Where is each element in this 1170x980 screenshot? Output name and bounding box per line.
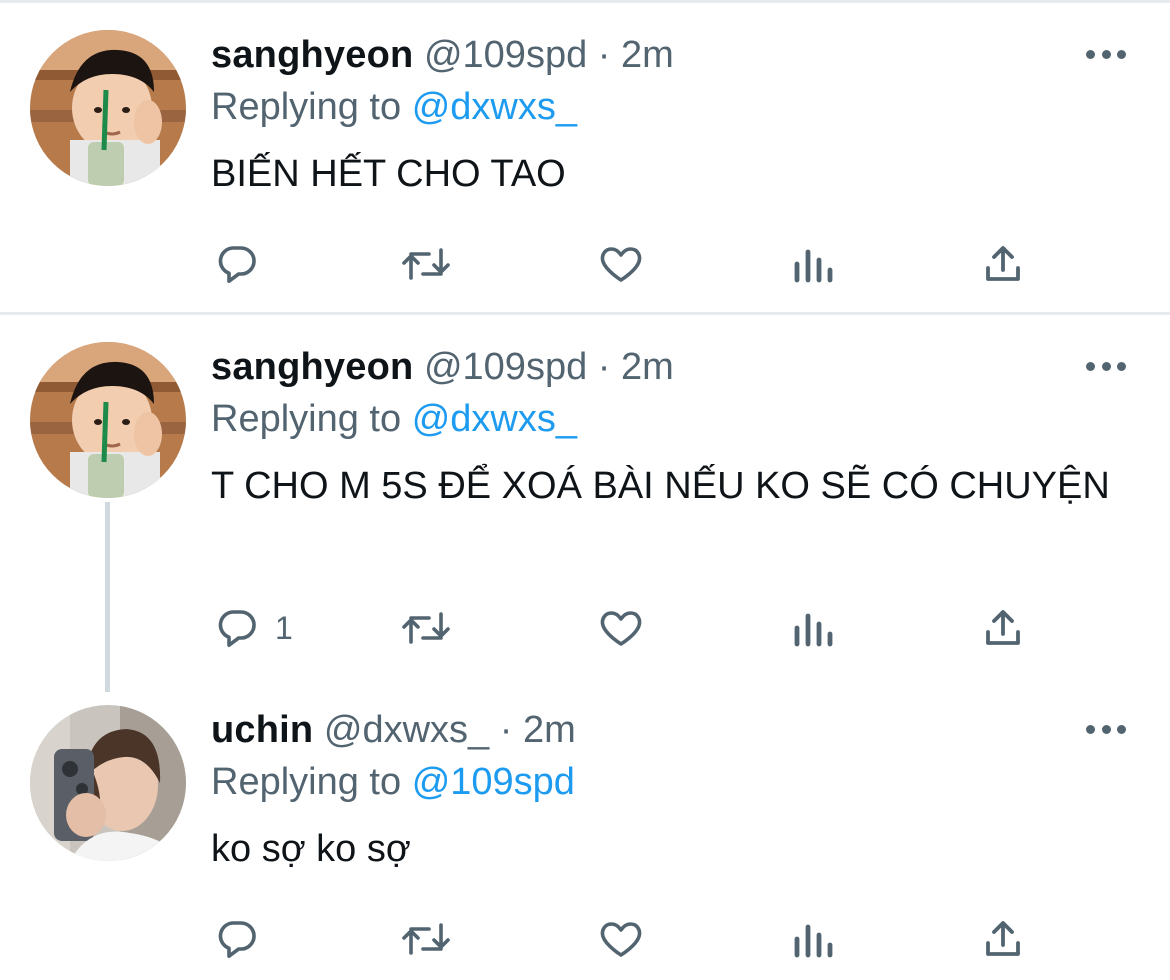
tweet-header: sanghyeon @109spd · 2m bbox=[211, 30, 674, 80]
timestamp[interactable]: 2m bbox=[621, 34, 674, 76]
heart-icon bbox=[600, 922, 642, 957]
action-bar bbox=[213, 240, 1033, 288]
reply-button[interactable] bbox=[213, 915, 275, 963]
action-bar bbox=[213, 915, 1033, 963]
reply-button[interactable] bbox=[213, 240, 275, 288]
heart-icon bbox=[600, 611, 642, 646]
user-handle[interactable]: @dxwxs_ bbox=[324, 709, 489, 751]
separator-dot: · bbox=[597, 346, 611, 388]
tweet-header: uchin @dxwxs_ · 2m bbox=[211, 705, 576, 755]
tweet[interactable]: uchin @dxwxs_ · 2m Replying to @109spd k… bbox=[0, 675, 1170, 980]
retweet-button[interactable] bbox=[399, 915, 453, 963]
share-button[interactable] bbox=[979, 240, 1027, 288]
retweet-icon bbox=[402, 248, 450, 280]
retweet-icon bbox=[402, 612, 450, 644]
views-icon bbox=[794, 613, 833, 647]
views-button[interactable] bbox=[791, 240, 835, 288]
share-button[interactable] bbox=[979, 604, 1027, 652]
avatar[interactable] bbox=[30, 342, 186, 498]
reply-icon bbox=[218, 921, 256, 958]
user-handle[interactable]: @109spd bbox=[424, 34, 587, 76]
tweet-text: BIẾN HẾT CHO TAO bbox=[211, 153, 566, 195]
thread-line bbox=[105, 502, 110, 692]
avatar[interactable] bbox=[30, 705, 186, 861]
replying-to: Replying to @dxwxs_ bbox=[211, 82, 577, 132]
mention-link[interactable]: @109spd bbox=[412, 761, 575, 803]
tweet-text: ko sợ ko sợ bbox=[211, 828, 411, 870]
replying-label: Replying to bbox=[211, 86, 402, 128]
separator-dot: · bbox=[499, 709, 513, 751]
reply-icon bbox=[218, 246, 256, 283]
reply-count: 1 bbox=[275, 609, 293, 646]
action-bar: 1 bbox=[213, 604, 1033, 652]
replying-label: Replying to bbox=[211, 761, 402, 803]
share-icon bbox=[986, 610, 1020, 645]
like-button[interactable] bbox=[597, 240, 645, 288]
like-button[interactable] bbox=[597, 915, 645, 963]
timestamp[interactable]: 2m bbox=[621, 346, 674, 388]
retweet-icon bbox=[402, 923, 450, 955]
replying-to: Replying to @109spd bbox=[211, 757, 575, 807]
retweet-button[interactable] bbox=[399, 604, 453, 652]
timestamp[interactable]: 2m bbox=[523, 709, 576, 751]
heart-icon bbox=[600, 247, 642, 282]
more-icon[interactable] bbox=[1086, 721, 1126, 737]
display-name[interactable]: uchin bbox=[211, 709, 313, 751]
tweet[interactable]: sanghyeon @109spd · 2m Replying to @dxwx… bbox=[0, 0, 1170, 312]
views-icon bbox=[794, 924, 833, 958]
tweet-text: T CHO M 5S ĐỂ XOÁ BÀI NẾU KO SẼ CÓ CHUYỆ… bbox=[211, 465, 1110, 507]
tweet-header: sanghyeon @109spd · 2m bbox=[211, 342, 674, 392]
separator-dot: · bbox=[597, 34, 611, 76]
views-button[interactable] bbox=[791, 604, 835, 652]
tweet[interactable]: sanghyeon @109spd · 2m Replying to @dxwx… bbox=[0, 312, 1170, 692]
mention-link[interactable]: @dxwxs_ bbox=[412, 398, 577, 440]
views-icon bbox=[794, 249, 833, 283]
display-name[interactable]: sanghyeon bbox=[211, 34, 413, 76]
mention-link[interactable]: @dxwxs_ bbox=[412, 86, 577, 128]
retweet-button[interactable] bbox=[399, 240, 453, 288]
reply-button[interactable]: 1 bbox=[213, 604, 293, 652]
reply-icon bbox=[218, 610, 256, 647]
replying-label: Replying to bbox=[211, 398, 402, 440]
more-icon[interactable] bbox=[1086, 46, 1126, 62]
user-handle[interactable]: @109spd bbox=[424, 346, 587, 388]
views-button[interactable] bbox=[791, 915, 835, 963]
share-button[interactable] bbox=[979, 915, 1027, 963]
share-icon bbox=[986, 246, 1020, 281]
display-name[interactable]: sanghyeon bbox=[211, 346, 413, 388]
like-button[interactable] bbox=[597, 604, 645, 652]
avatar[interactable] bbox=[30, 30, 186, 186]
replying-to: Replying to @dxwxs_ bbox=[211, 394, 577, 444]
share-icon bbox=[986, 921, 1020, 956]
more-icon[interactable] bbox=[1086, 358, 1126, 374]
